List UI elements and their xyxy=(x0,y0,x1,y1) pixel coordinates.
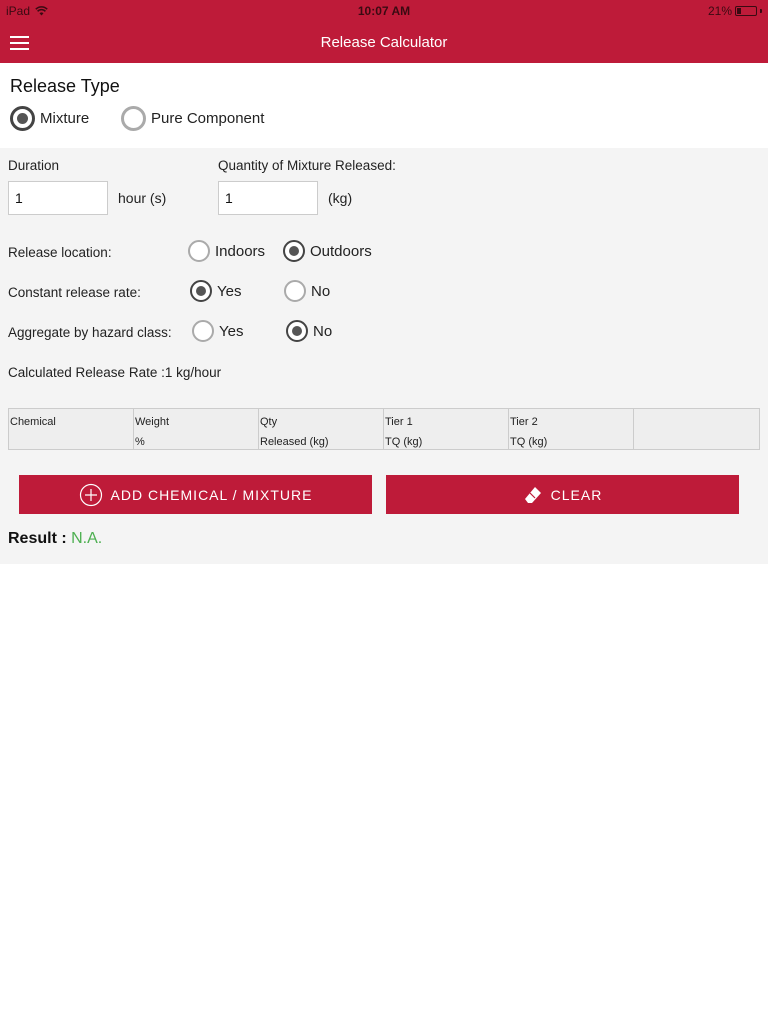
duration-input[interactable] xyxy=(8,181,108,215)
radio-constant-yes[interactable]: Yes xyxy=(190,280,241,302)
calculated-release-rate: Calculated Release Rate :1 kg/hour xyxy=(8,365,222,380)
radio-circle[interactable] xyxy=(192,320,214,342)
radio-label: Yes xyxy=(217,282,242,300)
add-chemical-label: ADD CHEMICAL / MIXTURE xyxy=(110,486,313,503)
column-header: Tier 2 TQ (kg) xyxy=(509,409,634,449)
release-type-section: Release Type Mixture Pure Component xyxy=(0,63,768,148)
radio-label: Yes xyxy=(219,322,244,340)
quantity-label: Quantity of Mixture Released: xyxy=(218,158,396,173)
chemical-table-header: Chemical Weight% Qty Released (kg) Tier 1… xyxy=(8,408,760,450)
radio-circle[interactable] xyxy=(284,280,306,302)
result-value: N.A. xyxy=(71,530,103,547)
radio-pure-component[interactable]: Pure Component xyxy=(121,106,264,131)
column-header: Tier 1 TQ (kg) xyxy=(384,409,509,449)
constant-rate-label: Constant release rate: xyxy=(8,285,141,300)
aggregate-label: Aggregate by hazard class: xyxy=(8,325,172,340)
column-header xyxy=(634,409,759,449)
radio-mixture[interactable]: Mixture xyxy=(10,106,89,131)
column-header: Qty Released (kg) xyxy=(259,409,384,449)
top-bar: iPad 10:07 AM 21% Release Calculator xyxy=(0,0,768,63)
column-header: Chemical xyxy=(9,409,134,449)
quantity-unit: (kg) xyxy=(328,190,353,206)
clear-label: CLEAR xyxy=(550,486,603,503)
radio-label: Pure Component xyxy=(151,110,265,127)
radio-label: Mixture xyxy=(40,110,90,127)
nav-bar: Release Calculator xyxy=(0,22,768,63)
radio-aggregate-yes[interactable]: Yes xyxy=(192,320,243,342)
radio-label: Indoors xyxy=(215,242,266,260)
radio-label: No xyxy=(313,322,333,340)
duration-label: Duration xyxy=(8,158,60,173)
status-time: 10:07 AM xyxy=(357,4,411,18)
result: Result : N.A. xyxy=(8,530,102,548)
radio-label: Outdoors xyxy=(310,242,372,260)
page-title: Release Calculator xyxy=(320,34,448,51)
column-header: Weight% xyxy=(134,409,259,449)
radio-label: No xyxy=(311,282,331,300)
radio-circle[interactable] xyxy=(121,106,146,131)
quantity-input[interactable] xyxy=(218,181,318,215)
eraser-icon xyxy=(524,486,541,503)
calculator-form: Duration hour (s) Quantity of Mixture Re… xyxy=(0,148,768,564)
release-type-title: Release Type xyxy=(10,76,120,96)
radio-circle[interactable] xyxy=(286,320,308,342)
plus-circle-icon xyxy=(79,483,102,506)
result-label: Result : xyxy=(8,530,67,547)
battery: 21% xyxy=(708,4,762,18)
radio-aggregate-no[interactable]: No xyxy=(286,320,332,342)
add-chemical-button[interactable]: ADD CHEMICAL / MIXTURE xyxy=(19,475,372,514)
radio-circle[interactable] xyxy=(10,106,35,131)
radio-outdoors[interactable]: Outdoors xyxy=(283,240,372,262)
battery-percent: 21% xyxy=(707,4,732,18)
clear-button[interactable]: CLEAR xyxy=(386,475,739,514)
radio-circle[interactable] xyxy=(190,280,212,302)
radio-circle[interactable] xyxy=(188,240,210,262)
radio-constant-no[interactable]: No xyxy=(284,280,330,302)
duration-unit: hour (s) xyxy=(118,190,167,206)
release-location-label: Release location: xyxy=(8,245,112,260)
battery-icon xyxy=(735,6,757,16)
radio-circle[interactable] xyxy=(283,240,305,262)
status-bar: iPad 10:07 AM 21% xyxy=(0,0,768,22)
radio-indoors[interactable]: Indoors xyxy=(188,240,265,262)
